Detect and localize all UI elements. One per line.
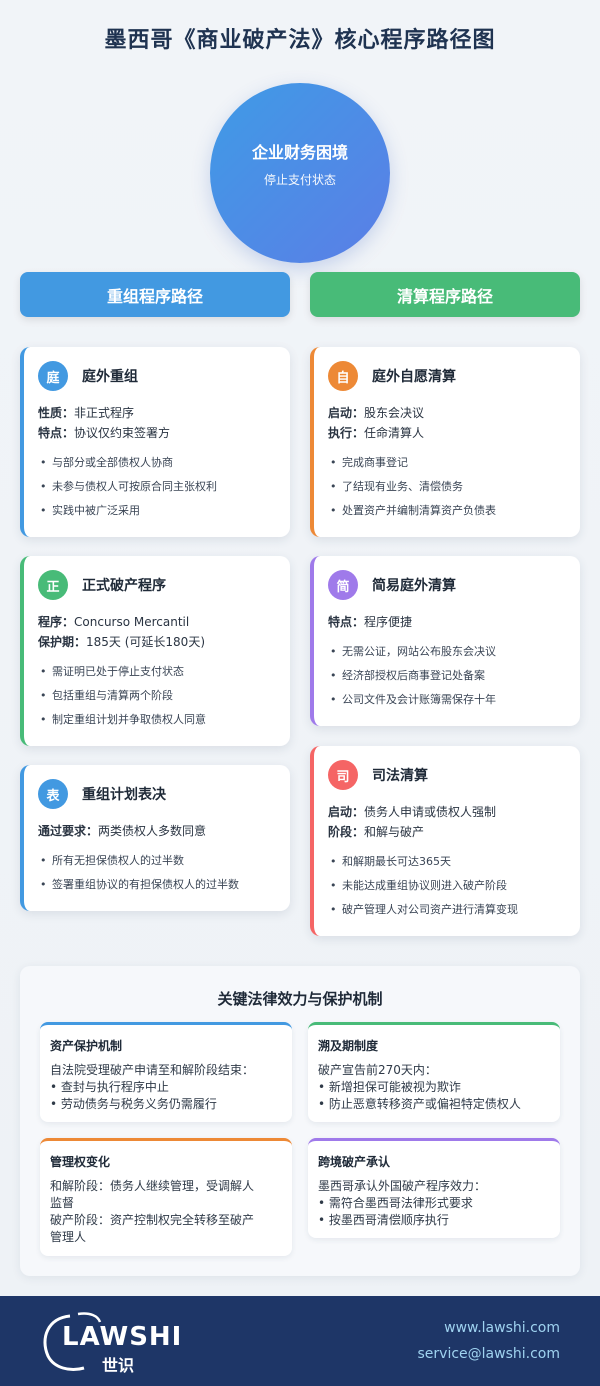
mechanism-line: 管理人 (50, 1230, 87, 1244)
badge-icon: 简 (328, 570, 358, 600)
mechanism-line: 和解阶段：债务人继续管理，受调解人 (50, 1179, 255, 1193)
logo-text: LAWSHI (62, 1322, 183, 1352)
kv-row: 通过要求：两类债权人多数同意 (38, 824, 207, 838)
list-item: 完成商事登记 (328, 451, 566, 475)
kv-row: 启动：债务人申请或债权人强制 (328, 805, 497, 819)
reorganization-path-header: 重组程序路径 (20, 272, 290, 317)
card-simplified-liquidation: 简 简易庭外清算 特点：程序便捷 无需公证，网站公布股东会决议 经济部授权后商事… (310, 556, 580, 726)
lawshi-logo: LAWSHI 世识 (38, 1308, 181, 1375)
card-title: 简易庭外清算 (372, 578, 456, 594)
badge-icon: 自 (328, 361, 358, 391)
mechanism-line: • 防止恶意转移资产或偏袒特定债权人 (318, 1097, 521, 1111)
list-item: 制定重组计划并争取债权人同意 (38, 708, 276, 732)
bullet-list: 与部分或全部债权人协商 未参与债权人可按原合同主张权利 实践中被广泛采用 (38, 451, 276, 523)
list-item: 和解期最长可达365天 (328, 850, 566, 874)
list-item: 未参与债权人可按原合同主张权利 (38, 475, 276, 499)
card-title: 司法清算 (372, 768, 428, 784)
kv-row: 性质：非正式程序 (38, 406, 135, 420)
mechanism-line: • 查封与执行程序中止 (50, 1080, 169, 1094)
kv-row: 程序：Concurso Mercantil (38, 615, 190, 629)
kv-row: 保护期：185天 (可延长180天) (38, 635, 206, 649)
legal-effects-section: 关键法律效力与保护机制 资产保护机制 自法院受理破产申请至和解阶段结束： • 查… (20, 966, 580, 1276)
list-item: 公司文件及会计账簿需保存十年 (328, 688, 566, 712)
kv-row: 阶段：和解与破产 (328, 825, 425, 839)
mechanism-title: 跨境破产承认 (318, 1155, 391, 1169)
legal-section-title: 关键法律效力与保护机制 (217, 990, 383, 1008)
mechanism-asset-protection: 资产保护机制 自法院受理破产申请至和解阶段结束： • 查封与执行程序中止 • 劳… (40, 1022, 292, 1122)
mechanism-line: 墨西哥承认外国破产程序效力： (318, 1179, 487, 1193)
mechanism-title: 管理权变化 (50, 1155, 111, 1169)
mechanism-line: 破产宣告前270天内： (318, 1063, 437, 1077)
logo-subtext: 世识 (102, 1356, 135, 1375)
card-judicial-liquidation: 司 司法清算 启动：债务人申请或债权人强制 阶段：和解与破产 和解期最长可达36… (310, 746, 580, 936)
bullet-list: 所有无担保债权人的过半数 签署重组协议的有担保债权人的过半数 (38, 849, 276, 897)
kv-row: 执行：任命清算人 (328, 426, 425, 440)
footer: LAWSHI 世识 www.lawshi.com service@lawshi.… (0, 1296, 600, 1386)
card-out-of-court-restructuring: 庭 庭外重组 性质：非正式程序 特点：协议仅约束签署方 与部分或全部债权人协商 … (20, 347, 290, 537)
badge-icon: 表 (38, 779, 68, 809)
start-node-title: 企业财务困境 (251, 143, 348, 162)
list-item: 经济部授权后商事登记处备案 (328, 664, 566, 688)
badge-icon: 庭 (38, 361, 68, 391)
mechanism-title: 资产保护机制 (50, 1039, 123, 1053)
start-node-subtitle: 停止支付状态 (263, 173, 336, 187)
list-item: 破产管理人对公司资产进行清算变现 (328, 898, 566, 922)
list-item: 了结现有业务、清偿债务 (328, 475, 566, 499)
card-title: 正式破产程序 (82, 578, 166, 594)
list-item: 处置资产并编制清算资产负债表 (328, 499, 566, 523)
mechanism-title: 溯及期制度 (318, 1039, 379, 1053)
mechanism-lookback-period: 溯及期制度 破产宣告前270天内： • 新增担保可能被视为欺诈 • 防止恶意转移… (308, 1022, 560, 1122)
kv-row: 启动：股东会决议 (328, 406, 425, 420)
mechanism-management-change: 管理权变化 和解阶段：债务人继续管理，受调解人 监督 破产阶段：资产控制权完全转… (40, 1138, 292, 1256)
website-link[interactable]: www.lawshi.com (444, 1320, 560, 1336)
bullet-list: 和解期最长可达365天 未能达成重组协议则进入破产阶段 破产管理人对公司资产进行… (328, 850, 566, 922)
card-title: 重组计划表决 (82, 787, 166, 803)
list-item: 实践中被广泛采用 (38, 499, 276, 523)
bullet-list: 完成商事登记 了结现有业务、清偿债务 处置资产并编制清算资产负债表 (328, 451, 566, 523)
kv-row: 特点：程序便捷 (328, 615, 413, 629)
email-link[interactable]: service@lawshi.com (418, 1346, 560, 1362)
bullet-list: 无需公证，网站公布股东会决议 经济部授权后商事登记处备案 公司文件及会计账簿需保… (328, 640, 566, 712)
kv-row: 特点：协议仅约束签署方 (38, 426, 171, 440)
mechanism-line: • 需符合墨西哥法律形式要求 (318, 1196, 473, 1210)
badge-icon: 司 (328, 760, 358, 790)
list-item: 未能达成重组协议则进入破产阶段 (328, 874, 566, 898)
list-item: 与部分或全部债权人协商 (38, 451, 276, 475)
mechanism-line: • 按墨西哥清偿顺序执行 (318, 1213, 449, 1227)
list-item: 无需公证，网站公布股东会决议 (328, 640, 566, 664)
badge-icon: 正 (38, 570, 68, 600)
mechanism-line: • 劳动债务与税务义务仍需履行 (50, 1097, 217, 1111)
liquidation-path-header: 清算程序路径 (310, 272, 580, 317)
start-node: 企业财务困境 停止支付状态 (210, 83, 390, 263)
mechanism-cross-border: 跨境破产承认 墨西哥承认外国破产程序效力： • 需符合墨西哥法律形式要求 • 按… (308, 1138, 560, 1238)
mechanism-line: 自法院受理破产申请至和解阶段结束： (50, 1063, 255, 1077)
page-title: 墨西哥《商业破产法》核心程序路径图 (104, 28, 496, 53)
mechanism-line: 破产阶段：资产控制权完全转移至破产 (50, 1213, 255, 1227)
card-plan-vote: 表 重组计划表决 通过要求：两类债权人多数同意 所有无担保债权人的过半数 签署重… (20, 765, 290, 911)
bullet-list: 需证明已处于停止支付状态 包括重组与清算两个阶段 制定重组计划并争取债权人同意 (38, 660, 276, 732)
card-title: 庭外自愿清算 (372, 369, 456, 385)
card-formal-bankruptcy: 正 正式破产程序 程序：Concurso Mercantil 保护期：185天 … (20, 556, 290, 746)
list-item: 签署重组协议的有担保债权人的过半数 (38, 873, 276, 897)
list-item: 需证明已处于停止支付状态 (38, 660, 276, 684)
card-voluntary-liquidation: 自 庭外自愿清算 启动：股东会决议 执行：任命清算人 完成商事登记 了结现有业务… (310, 347, 580, 537)
list-item: 所有无担保债权人的过半数 (38, 849, 276, 873)
list-item: 包括重组与清算两个阶段 (38, 684, 276, 708)
mechanism-line: 监督 (50, 1196, 75, 1210)
card-title: 庭外重组 (82, 369, 138, 385)
mechanism-line: • 新增担保可能被视为欺诈 (318, 1080, 461, 1094)
